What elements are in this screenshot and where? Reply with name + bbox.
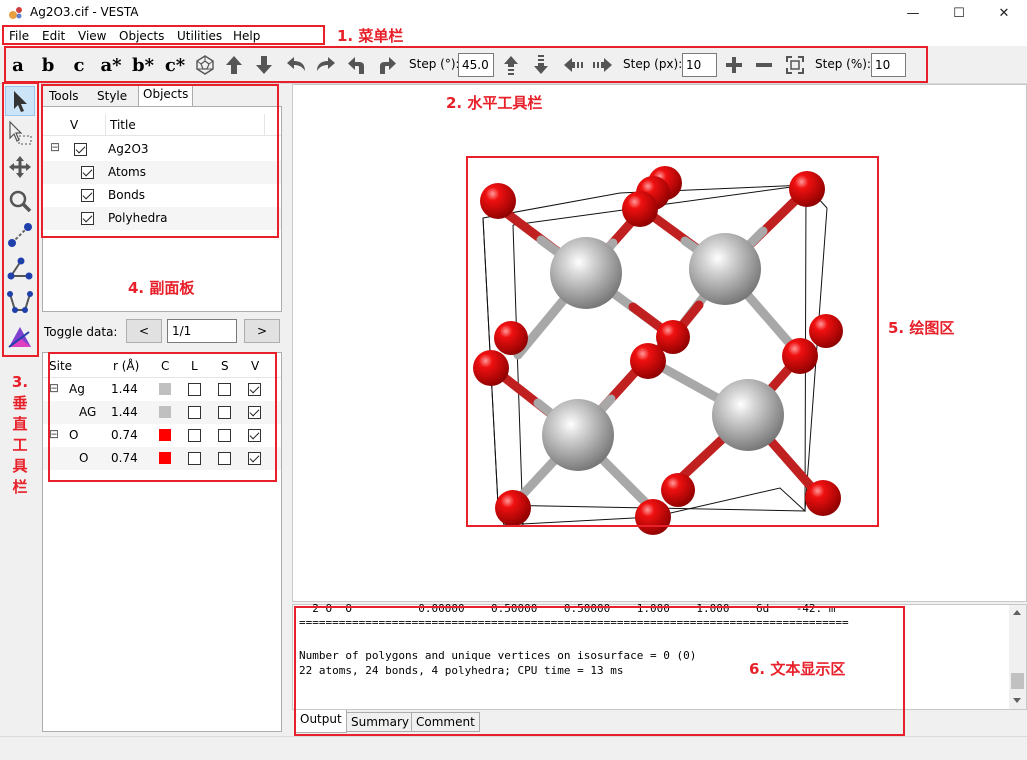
- annotation-sub-panel: 4. 副面板: [128, 279, 195, 297]
- drawing-area-highlight: [466, 156, 879, 527]
- site-table-highlight: [48, 352, 277, 482]
- output-scrollbar[interactable]: [1009, 605, 1026, 709]
- toggle-next-button[interactable]: >: [244, 319, 280, 343]
- menu-bar-highlight: [2, 25, 325, 45]
- annotation-vertical-char: 直: [12, 415, 28, 433]
- toggle-prev-button[interactable]: <: [126, 319, 162, 343]
- status-bar: [0, 736, 1027, 760]
- scroll-thumb[interactable]: [1011, 673, 1024, 689]
- maximize-button[interactable]: ☐: [936, 0, 982, 26]
- annotation-vertical-char: 工: [12, 436, 28, 454]
- toggle-data-input[interactable]: [167, 319, 237, 343]
- annotation-vertical-toolbar: 3. 垂 直 工 具 栏: [10, 372, 30, 498]
- toggle-data-row: Toggle data: < >: [42, 316, 282, 348]
- annotation-vertical-char: 具: [12, 457, 28, 475]
- annotation-vertical-char: 垂: [12, 394, 28, 412]
- maximize-icon: ☐: [953, 5, 965, 21]
- annotation-drawing-area: 5. 绘图区: [888, 319, 955, 337]
- vesta-app-icon: [9, 7, 22, 19]
- scroll-up-icon[interactable]: [1013, 610, 1021, 615]
- objects-highlight: [41, 84, 279, 238]
- toggle-data-label: Toggle data:: [44, 325, 118, 339]
- title-bar: Ag2O3.cif - VESTA — ☐ ✕: [0, 0, 1027, 26]
- annotation-text-area: 6. 文本显示区: [749, 660, 846, 678]
- scroll-down-icon[interactable]: [1013, 698, 1021, 703]
- annotation-horizontal-toolbar: 2. 水平工具栏: [446, 94, 543, 112]
- vertical-toolbar-highlight: [2, 82, 39, 357]
- window-title: Ag2O3.cif - VESTA: [30, 5, 139, 19]
- annotation-vertical-char: 栏: [12, 478, 28, 496]
- annotation-menu-bar: 1. 菜单栏: [337, 27, 404, 45]
- minimize-button[interactable]: —: [890, 0, 936, 26]
- close-button[interactable]: ✕: [981, 0, 1027, 26]
- minimize-icon: —: [906, 5, 920, 21]
- annotation-vertical-char: 3.: [11, 373, 29, 391]
- toolbar-highlight: [4, 46, 928, 83]
- close-icon: ✕: [998, 5, 1010, 21]
